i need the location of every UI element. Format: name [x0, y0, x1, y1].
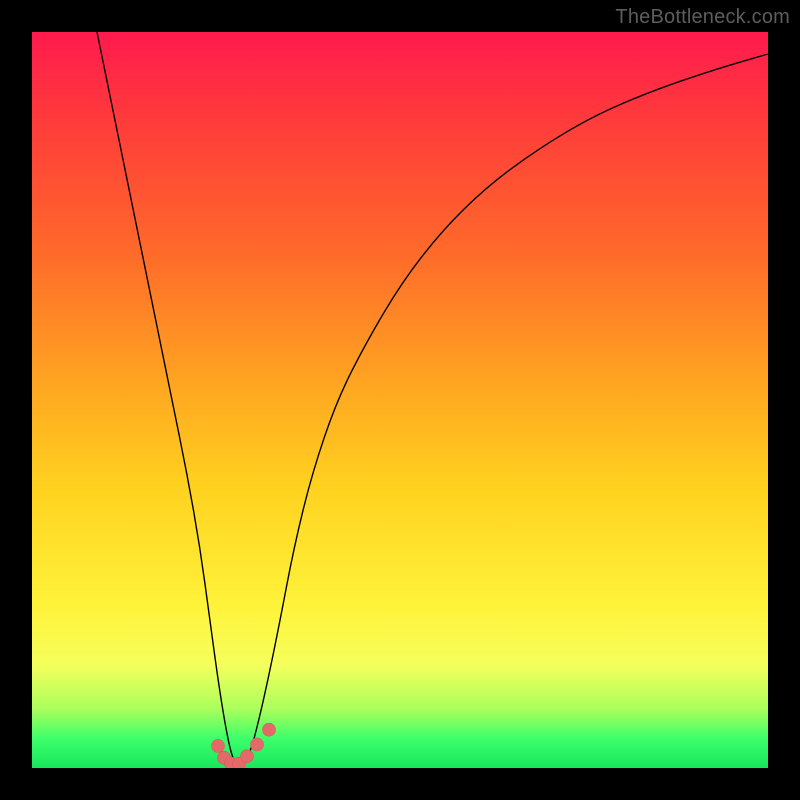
curve-marker	[212, 739, 225, 752]
curve-marker	[241, 750, 254, 763]
bottleneck-curve	[97, 32, 768, 764]
curve-markers	[212, 723, 276, 768]
chart-plot-area	[32, 32, 768, 768]
watermark-text: TheBottleneck.com	[615, 6, 790, 29]
chart-svg	[32, 32, 768, 768]
curve-marker	[251, 738, 264, 751]
curve-marker	[263, 723, 276, 736]
chart-frame: TheBottleneck.com	[0, 0, 800, 800]
